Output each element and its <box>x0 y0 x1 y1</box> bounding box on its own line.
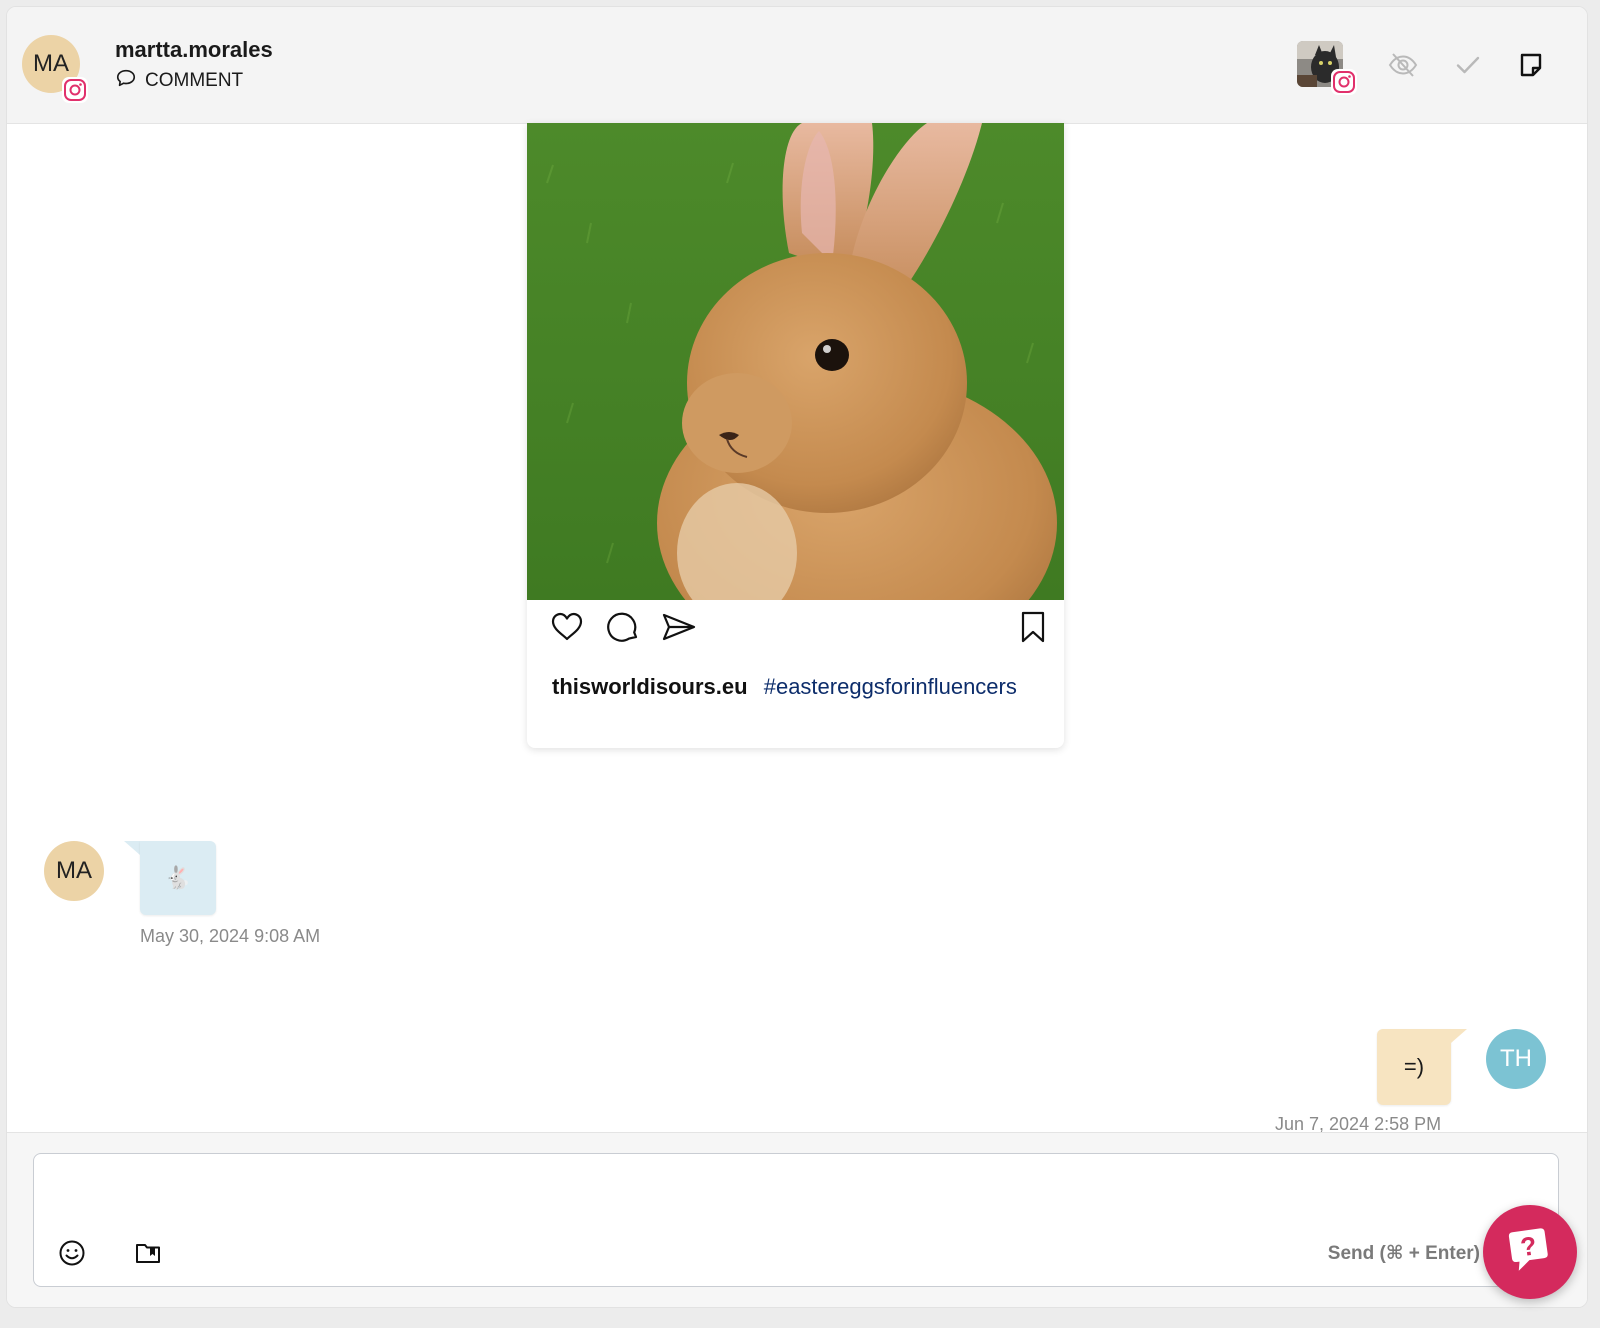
message-avatar-ma: MA <box>44 841 104 901</box>
instagram-icon <box>1331 69 1357 95</box>
note-button[interactable] <box>1513 49 1549 85</box>
message-text: 🐇 <box>164 865 192 890</box>
note-icon <box>1517 51 1545 84</box>
caption-hashtag[interactable]: #eastereggsforinfluencers <box>764 674 1017 699</box>
post-actions <box>527 609 1064 649</box>
caption-username[interactable]: thisworldisours.eu <box>552 674 748 699</box>
instagram-icon <box>62 77 88 103</box>
resolve-button[interactable] <box>1450 49 1486 85</box>
avatar-initials: TH <box>1500 1045 1532 1072</box>
message-avatar-th: TH <box>1486 1029 1546 1089</box>
reply-input[interactable] <box>52 1164 1536 1228</box>
message-type: COMMENT <box>115 67 243 95</box>
message-timestamp: May 30, 2024 9:08 AM <box>140 926 321 946</box>
bubble-tail <box>124 841 140 855</box>
help-chat-icon: ? <box>1502 1222 1558 1283</box>
saved-replies-icon[interactable] <box>132 1237 164 1269</box>
reply-composer: Send (⌘ + Enter) <box>33 1153 1559 1287</box>
outgoing-message-bubble[interactable]: =) <box>1377 1029 1451 1105</box>
heart-icon[interactable] <box>549 609 585 645</box>
post-image[interactable] <box>527 123 1064 673</box>
hide-icon <box>1387 49 1419 86</box>
bookmark-icon[interactable] <box>1015 609 1051 645</box>
conversation-panel: MA martta.morales COMMENT thisworldisour… <box>6 6 1588 1308</box>
comment-icon[interactable] <box>605 609 641 645</box>
message-type-label: COMMENT <box>145 70 244 91</box>
post-caption: thisworldisours.eu #eastereggsforinfluen… <box>552 670 1042 704</box>
bubble-tail <box>1451 1029 1467 1043</box>
share-icon[interactable] <box>661 609 697 645</box>
avatar-initials: MA <box>56 857 92 884</box>
reply-area: Send (⌘ + Enter) <box>7 1132 1587 1307</box>
send-button[interactable]: Send (⌘ + Enter) <box>1328 1242 1480 1265</box>
incoming-message-bubble[interactable]: 🐇 <box>140 841 216 915</box>
speech-bubble-icon <box>115 67 137 95</box>
author-avatar-initials: MA <box>33 50 69 77</box>
message-text: =) <box>1403 1054 1425 1079</box>
author-username[interactable]: martta.morales <box>115 37 273 63</box>
hide-button[interactable] <box>1385 49 1421 85</box>
check-icon <box>1454 51 1482 84</box>
emoji-icon[interactable] <box>56 1237 88 1269</box>
conversation-header: MA martta.morales COMMENT <box>7 7 1587 124</box>
post-card: thisworldisours.eu #eastereggsforinfluen… <box>527 123 1064 748</box>
help-button[interactable]: ? <box>1483 1205 1577 1299</box>
